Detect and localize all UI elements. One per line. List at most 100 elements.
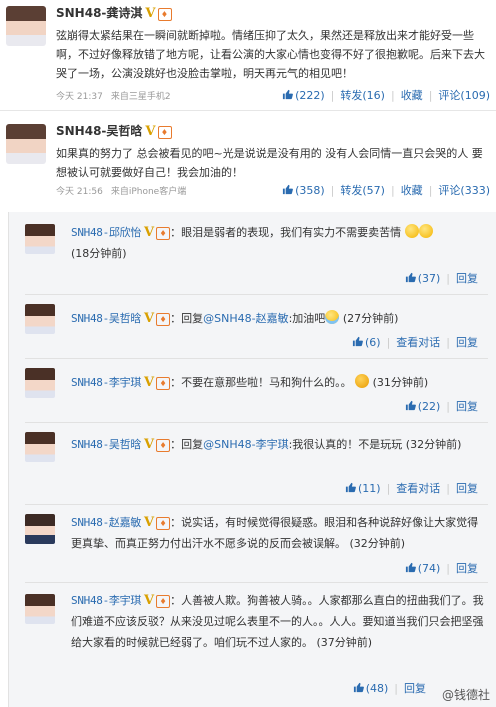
badge-icon: ♦ — [156, 226, 171, 240]
thumbs-up-icon — [352, 336, 363, 347]
comment-body: SNH48-邱欣怡 V ♦ ：眼泪是弱者的表现，我们有实力不需要卖苦情 (18分钟前) — [71, 222, 486, 264]
reply-button[interactable]: 回复 — [456, 482, 478, 495]
post-source[interactable]: 来自三星手机2 — [111, 92, 171, 102]
reply-button[interactable]: 回复 — [456, 562, 478, 575]
avatar[interactable] — [25, 432, 55, 462]
post-time[interactable]: 今天 21:37 — [56, 92, 103, 102]
like-button[interactable]: (358) — [282, 184, 325, 197]
comment-username[interactable]: SNH48-李宇琪 — [71, 594, 141, 607]
post-text: 弦崩得太紧结果在一瞬间就断掉啦。情绪压抑了太久，果然还是释放出来才能好受一些啊，… — [56, 29, 485, 80]
like-button[interactable]: (222) — [282, 89, 325, 102]
comment-text: :加油吧 — [288, 312, 326, 325]
reply-button[interactable]: 回复 — [404, 682, 426, 695]
username[interactable]: SNH48-吴哲晗 — [56, 124, 142, 138]
comment-actions: (22) | 回复 — [405, 398, 478, 414]
post-time[interactable]: 今天 21:56 — [56, 187, 103, 197]
like-button[interactable]: (48) — [353, 682, 388, 695]
post-actions: (222) | 转发(16) | 收藏 | 评论(109) — [282, 87, 490, 103]
post-meta: 今天 21:37 来自三星手机2 — [56, 89, 171, 102]
like-button[interactable]: (11) — [345, 482, 381, 495]
post-meta: 今天 21:56 来自iPhone客户端 — [56, 184, 186, 197]
reply-button[interactable]: 回复 — [456, 400, 478, 413]
badge-icon: ♦ — [156, 312, 171, 326]
badge-icon: ♦ — [157, 7, 172, 21]
like-button[interactable]: (22) — [405, 400, 440, 413]
comment-button[interactable]: 评论(333) — [438, 182, 490, 198]
verified-icon: V — [145, 124, 156, 139]
avatar[interactable] — [25, 514, 55, 544]
comment-body: SNH48-吴哲晗 V ♦ ：回复@SNH48-李宇琪:我很认真的！不是玩玩 (32分… — [71, 434, 486, 455]
comment-actions: (48) | 回复 — [353, 680, 426, 696]
thumbs-up-icon — [405, 400, 416, 411]
comment-body: SNH48-李宇琪 V ♦ ：不要在意那些啦！马和狗什么的。。 (31分钟前) — [71, 372, 486, 393]
comment-actions: (6) | 查看对话 | 回复 — [352, 334, 478, 350]
divider — [25, 358, 488, 359]
comment-time: (31分钟前) — [372, 376, 429, 389]
avatar[interactable] — [25, 304, 55, 334]
smile-emoji-icon — [418, 224, 433, 238]
mention-link[interactable]: @SNH48-李宇琪 — [203, 438, 288, 451]
post-source[interactable]: 来自iPhone客户端 — [111, 187, 186, 197]
crying-emoji-icon — [325, 310, 340, 324]
comment-body: SNH48-赵嘉敏 V ♦ ：说实话，有时候觉得很疑惑。眼泪和各种说辞好像让大家觉得更… — [71, 512, 486, 554]
comment-body: SNH48-吴哲晗 V ♦ ：回复@SNH48-赵嘉敏:加油吧 (27分钟前) — [71, 308, 486, 329]
weibo-post: SNH48-吴哲晗 V ♦ 如果真的努力了 总会被看见的吧~光是说说是没有用的 没有… — [0, 112, 496, 208]
badge-icon: ♦ — [156, 376, 171, 390]
avatar[interactable] — [6, 6, 46, 46]
divider — [25, 422, 488, 423]
favorite-button[interactable]: 收藏 — [401, 182, 423, 198]
verified-icon: V — [144, 593, 155, 608]
repost-button[interactable]: 转发(57) — [340, 182, 385, 198]
like-button[interactable]: (74) — [405, 562, 440, 575]
avatar[interactable] — [6, 124, 46, 164]
verified-icon: V — [144, 311, 155, 326]
divider — [0, 110, 496, 111]
comment-actions: (74) | 回复 — [405, 560, 478, 576]
reply-button[interactable]: 回复 — [456, 272, 478, 285]
verified-icon: V — [144, 375, 155, 390]
thumbs-up-icon — [282, 89, 293, 100]
thumbs-up-icon — [282, 184, 293, 195]
badge-icon: ♦ — [157, 125, 172, 139]
badge-icon: ♦ — [156, 516, 171, 530]
like-button[interactable]: (37) — [405, 272, 440, 285]
comment-username[interactable]: SNH48-吴哲晗 — [71, 438, 141, 451]
avatar[interactable] — [25, 594, 55, 624]
comment-list: SNH48-邱欣怡 V ♦ ：眼泪是弱者的表现，我们有实力不需要卖苦情 (18分钟前)… — [8, 212, 496, 707]
mention-link[interactable]: @SNH48-赵嘉敏 — [203, 312, 288, 325]
avatar[interactable] — [25, 368, 55, 398]
divider — [25, 294, 488, 295]
comment-button[interactable]: 评论(109) — [438, 87, 490, 103]
view-conversation-link[interactable]: 查看对话 — [396, 482, 440, 495]
avatar[interactable] — [25, 224, 55, 254]
comment-username[interactable]: SNH48-李宇琪 — [71, 376, 141, 389]
divider — [25, 504, 488, 505]
thumbs-up-icon — [405, 562, 416, 573]
repost-button[interactable]: 转发(16) — [340, 87, 385, 103]
smile-emoji-icon — [404, 224, 419, 238]
comment-text: ：不要在意那些啦！马和狗什么的。。 — [170, 376, 352, 389]
comment-body: SNH48-李宇琪 V ♦ ：人善被人欺。狗善被人骑。。人家都那么直白的扭曲我们了。我… — [71, 590, 486, 653]
reply-button[interactable]: 回复 — [456, 336, 478, 349]
comment-actions: (11) | 查看对话 | 回复 — [345, 480, 478, 496]
comment-username[interactable]: SNH48-吴哲晗 — [71, 312, 141, 325]
like-button[interactable]: (6) — [352, 336, 381, 349]
watermark: @钱德社 — [441, 688, 490, 702]
verified-icon: V — [145, 6, 156, 21]
comment-time: (27分钟前) — [342, 312, 399, 325]
post-body: SNH48-吴哲晗 V ♦ 如果真的努力了 总会被看见的吧~光是说说是没有用的 没有… — [56, 122, 490, 182]
comment-time: (18分钟前) — [71, 247, 127, 260]
thumbs-up-icon — [353, 682, 364, 693]
badge-icon: ♦ — [156, 594, 171, 608]
post-body: SNH48-龚诗淇 V ♦ 弦崩得太紧结果在一瞬间就断掉啦。情绪压抑了太久，果然还是… — [56, 4, 490, 83]
verified-icon: V — [144, 437, 155, 452]
post-text: 如果真的努力了 总会被看见的吧~光是说说是没有用的 没有人会同情一直只会哭的人 … — [56, 147, 483, 179]
comment-username[interactable]: SNH48-赵嘉敏 — [71, 516, 141, 529]
favorite-button[interactable]: 收藏 — [401, 87, 423, 103]
thumbs-up-icon — [405, 272, 416, 283]
verified-icon: V — [144, 515, 155, 530]
comment-text: :我很认真的！不是玩玩 (32分钟前) — [288, 438, 462, 451]
comment-username[interactable]: SNH48-邱欣怡 — [71, 226, 141, 239]
username[interactable]: SNH48-龚诗淇 — [56, 6, 142, 20]
view-conversation-link[interactable]: 查看对话 — [396, 336, 440, 349]
